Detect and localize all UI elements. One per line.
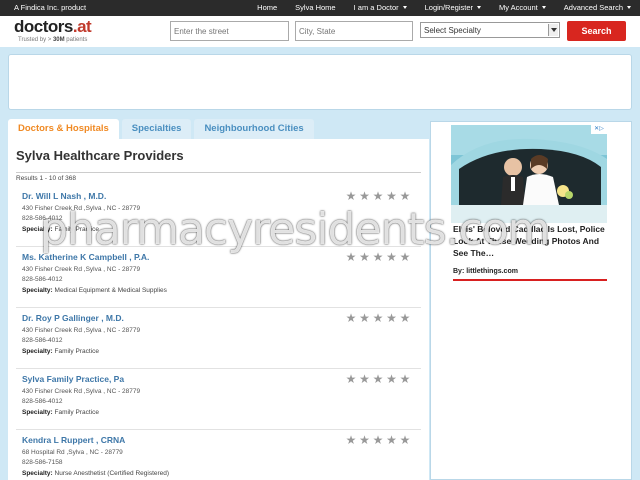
ad-close-icon[interactable]: ✕▷: [591, 125, 607, 134]
star-icon[interactable]: ★: [399, 190, 411, 202]
star-icon[interactable]: ★: [359, 312, 371, 324]
provider-address: 430 Fisher Creek Rd ,Sylva , NC - 28779: [22, 205, 141, 212]
chevron-down-icon: [402, 6, 407, 9]
star-icon[interactable]: ★: [359, 190, 371, 202]
star-icon[interactable]: ★: [386, 251, 398, 263]
rating-stars[interactable]: ★ ★ ★ ★ ★: [345, 373, 413, 385]
nav-login-register[interactable]: Login/Register: [416, 0, 490, 16]
street-input[interactable]: [170, 21, 289, 41]
star-icon[interactable]: ★: [399, 312, 411, 324]
search-button[interactable]: Search: [567, 21, 626, 41]
provider-name-link[interactable]: Dr. Roy P Gallinger , M.D.: [22, 313, 124, 323]
star-icon[interactable]: ★: [372, 312, 384, 324]
star-icon[interactable]: ★: [359, 251, 371, 263]
star-icon[interactable]: ★: [345, 373, 357, 385]
provider-item: Dr. Will L Nash , M.D. ★ ★ ★ ★ ★ 430 Fisher …: [8, 186, 429, 247]
top-bar: A Findica Inc. product Home Sylva Home I…: [0, 0, 640, 16]
rating-stars[interactable]: ★ ★ ★ ★ ★: [345, 190, 413, 202]
provider-item: Dr. Roy P Gallinger , M.D. ★ ★ ★ ★ ★ 430 Fis…: [8, 308, 429, 369]
rating-stars[interactable]: ★ ★ ★ ★ ★: [345, 434, 413, 446]
provider-item: Ms. Katherine K Campbell , P.A. ★ ★ ★ ★ ★ 43…: [8, 247, 429, 308]
nav-i-am-a-doctor[interactable]: I am a Doctor: [345, 0, 416, 16]
tab-specialties[interactable]: Specialties: [121, 119, 192, 139]
nav-advanced-search[interactable]: Advanced Search: [555, 0, 640, 16]
chevron-down-icon: [627, 6, 631, 9]
star-icon[interactable]: ★: [386, 190, 398, 202]
ad-banner: [8, 54, 632, 110]
provider-phone: 828-586-4012: [22, 398, 63, 405]
star-icon[interactable]: ★: [345, 312, 357, 324]
rating-stars[interactable]: ★ ★ ★ ★ ★: [345, 312, 413, 324]
divider: [16, 172, 421, 173]
ad-headline[interactable]: Elvis' Beloved Cadillac Is Lost, Police …: [453, 223, 611, 259]
star-icon[interactable]: ★: [399, 434, 411, 446]
star-icon[interactable]: ★: [345, 251, 357, 263]
ad-source[interactable]: By: littlethings.com: [453, 268, 518, 275]
provider-name-link[interactable]: Sylva Family Practice, Pa: [22, 374, 124, 384]
tab-doctors-hospitals[interactable]: Doctors & Hospitals: [8, 119, 119, 139]
star-icon[interactable]: ★: [372, 251, 384, 263]
provider-phone: 828-586-4012: [22, 337, 63, 344]
specialty-select[interactable]: Select Specialty: [420, 22, 560, 38]
star-icon[interactable]: ★: [386, 312, 398, 324]
provider-tabs: Doctors & Hospitals Specialties Neighbou…: [8, 119, 317, 139]
star-icon[interactable]: ★: [399, 373, 411, 385]
nav-sylva-home[interactable]: Sylva Home: [286, 0, 344, 16]
city-input[interactable]: [295, 21, 413, 41]
page-title: Sylva Healthcare Providers: [16, 148, 184, 163]
site-logo[interactable]: doctors.at: [14, 17, 92, 37]
provider-address: 430 Fisher Creek Rd ,Sylva , NC - 28779: [22, 266, 141, 273]
star-icon[interactable]: ★: [345, 190, 357, 202]
star-icon[interactable]: ★: [372, 190, 384, 202]
provider-name-link[interactable]: Dr. Will L Nash , M.D.: [22, 191, 106, 201]
provider-specialty: Specialty: Family Practice: [22, 409, 99, 416]
star-icon[interactable]: ★: [386, 434, 398, 446]
provider-address: 68 Hospital Rd ,Sylva , NC - 28779: [22, 449, 123, 456]
provider-name-link[interactable]: Kendra L Ruppert , CRNA: [22, 435, 125, 445]
ad-image[interactable]: [451, 125, 607, 223]
provider-specialty: Specialty: Family Practice: [22, 348, 99, 355]
provider-listing: Sylva Healthcare Providers Results 1 - 1…: [8, 139, 429, 480]
rating-stars[interactable]: ★ ★ ★ ★ ★: [345, 251, 413, 263]
divider: [453, 279, 607, 281]
star-icon[interactable]: ★: [372, 373, 384, 385]
provider-phone: 828-586-4012: [22, 276, 63, 283]
star-icon[interactable]: ★: [359, 434, 371, 446]
provider-address: 430 Fisher Creek Rd ,Sylva , NC - 28779: [22, 388, 141, 395]
wedding-car-photo: [451, 125, 607, 223]
provider-specialty: Specialty: Family Practice: [22, 226, 99, 233]
dropdown-arrow-icon: [548, 24, 558, 36]
star-icon[interactable]: ★: [372, 434, 384, 446]
provider-item: Sylva Family Practice, Pa ★ ★ ★ ★ ★ 430 Fish…: [8, 369, 429, 430]
provider-name-link[interactable]: Ms. Katherine K Campbell , P.A.: [22, 252, 149, 262]
provider-specialty: Specialty: Nurse Anesthetist (Certified …: [22, 470, 170, 477]
provider-phone: 828-586-4012: [22, 215, 63, 222]
tagline: Trusted by > 30M patients: [18, 37, 88, 43]
star-icon[interactable]: ★: [386, 373, 398, 385]
side-ad: ✕▷ Elvis' Beloved Cadillac Is Lost, Poli…: [430, 121, 632, 480]
header: doctors.at Trusted by > 30M patients Sel…: [0, 16, 640, 47]
star-icon[interactable]: ★: [359, 373, 371, 385]
provider-item: Kendra L Ruppert , CRNA ★ ★ ★ ★ ★ 68 Hospita…: [8, 430, 429, 480]
provider-phone: 828-586-7158: [22, 459, 63, 466]
tab-neighbourhood-cities[interactable]: Neighbourhood Cities: [194, 119, 314, 139]
chevron-down-icon: [477, 6, 481, 9]
nav-my-account[interactable]: My Account: [490, 0, 555, 16]
star-icon[interactable]: ★: [345, 434, 357, 446]
results-count: Results 1 - 10 of 368: [16, 175, 76, 182]
provider-address: 430 Fisher Creek Rd ,Sylva , NC - 28779: [22, 327, 141, 334]
provider-specialty: Specialty: Medical Equipment & Medical S…: [22, 287, 167, 294]
nav-home[interactable]: Home: [248, 0, 286, 16]
star-icon[interactable]: ★: [399, 251, 411, 263]
chevron-down-icon: [541, 6, 546, 9]
top-nav: Home Sylva Home I am a Doctor Login/Regi…: [248, 0, 640, 16]
company-line: A Findica Inc. product: [14, 3, 87, 12]
